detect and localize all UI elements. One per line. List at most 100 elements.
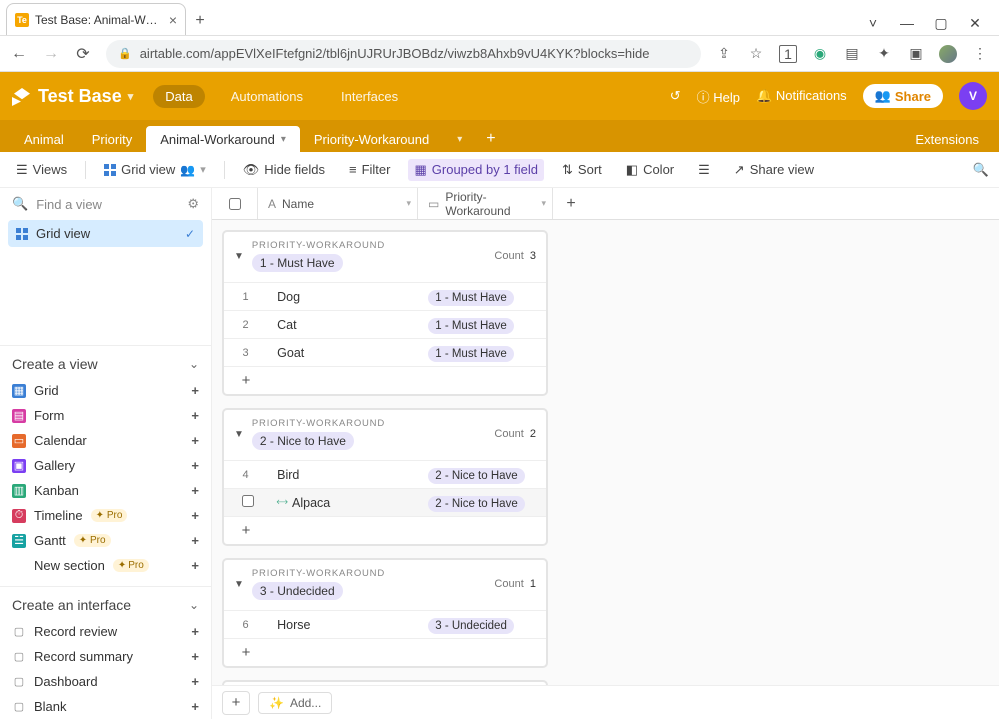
create-view-form[interactable]: ▤ Form + (0, 403, 211, 428)
add-row-in-group[interactable]: + (224, 516, 546, 544)
row-height-button[interactable]: ☰ (692, 159, 716, 181)
create-interface-dashboard[interactable]: ▢ Dashboard + (0, 669, 211, 694)
views-toggle[interactable]: ☰Views (10, 159, 73, 181)
share-button[interactable]: 👥 Share (863, 84, 943, 108)
row-checkbox[interactable] (242, 495, 254, 507)
bookmark-icon[interactable]: ☆ (747, 45, 765, 63)
mode-data[interactable]: Data (153, 85, 204, 108)
cell-priority-workaround[interactable]: 1 - Must Have (422, 317, 546, 332)
column-header-priority-workaround[interactable]: ▭Priority-Workaround▾ (418, 188, 553, 219)
cell-name[interactable]: Horse (267, 618, 422, 632)
share-url-icon[interactable]: ⇪ (715, 45, 733, 63)
settings-icon[interactable]: ⚙ (187, 196, 199, 212)
chevron-down-icon[interactable]: ▾ (406, 198, 411, 209)
sidebar-view-item[interactable]: Grid view ✓ (8, 220, 203, 247)
add-column-button[interactable]: + (553, 188, 589, 219)
chevron-down-icon[interactable]: ▾ (281, 134, 286, 145)
caret-down-icon[interactable]: ▼ (234, 429, 244, 440)
group-button[interactable]: ▦Grouped by 1 field (408, 159, 544, 181)
select-all-checkbox[interactable] (212, 188, 258, 219)
window-minimize-button[interactable]: ― (895, 11, 919, 35)
column-header-name[interactable]: AName▾ (258, 188, 418, 219)
new-section-button[interactable]: New section ✦ Pro + (0, 553, 211, 578)
extension-badge[interactable]: 1 (779, 45, 797, 63)
view-switcher[interactable]: Grid view 👥▾ (98, 159, 212, 180)
table-row[interactable]: 4 Bird 2 - Nice to Have (224, 460, 546, 488)
browser-tab[interactable]: Te Test Base: Animal-Workaround - × (6, 3, 186, 35)
create-view-timeline[interactable]: ⏱ Timeline ✦ Pro + (0, 503, 211, 528)
add-menu-button[interactable]: ✨Add... (258, 692, 332, 714)
create-view-calendar[interactable]: ▭ Calendar + (0, 428, 211, 453)
find-view-input[interactable]: 🔍 Find a view ⚙ (0, 188, 211, 220)
group-header[interactable]: ▼ PRIORITY-WORKAROUND 3 - Undecided Coun… (224, 560, 546, 610)
extension-icon-3[interactable]: ▣ (907, 45, 925, 63)
cell-priority-workaround[interactable]: 2 - Nice to Have (422, 467, 546, 482)
reload-button[interactable]: ⟳ (74, 44, 92, 64)
table-tab-priority[interactable]: Priority (78, 126, 146, 152)
color-button[interactable]: ◧Color (620, 159, 680, 181)
extensions-button[interactable]: Extensions (905, 126, 989, 152)
base-switcher[interactable]: Test Base ▾ (12, 86, 133, 107)
mode-interfaces[interactable]: Interfaces (329, 85, 410, 108)
caret-down-icon[interactable]: ▼ (234, 579, 244, 590)
group-header[interactable]: ▼ PRIORITY-WORKAROUND 1 - Must Have Coun… (224, 232, 546, 282)
hide-fields-button[interactable]: 👁Hide fields (237, 159, 331, 181)
expand-icon[interactable]: ⤢ (274, 495, 289, 510)
cell-priority-workaround[interactable]: 1 - Must Have (422, 289, 546, 304)
notifications-button[interactable]: 🔔 Notifications (756, 88, 847, 104)
extensions-puzzle-icon[interactable]: ✦ (875, 45, 893, 63)
create-view-grid[interactable]: ▦ Grid + (0, 378, 211, 403)
close-icon[interactable]: × (169, 12, 177, 28)
chevron-down-icon[interactable]: ▾ (541, 198, 546, 209)
extension-icon-1[interactable]: ◉ (811, 45, 829, 63)
create-interface-record-summary[interactable]: ▢ Record summary + (0, 644, 211, 669)
create-interface-blank[interactable]: ▢ Blank + (0, 694, 211, 719)
caret-down-icon[interactable]: ▼ (234, 251, 244, 262)
create-view-gallery[interactable]: ▣ Gallery + (0, 453, 211, 478)
share-view-button[interactable]: ↗Share view (728, 159, 820, 181)
cell-name[interactable]: Bird (267, 468, 422, 482)
add-row-in-group[interactable]: + (224, 638, 546, 666)
table-tab-animal-workaround[interactable]: Animal-Workaround▾ (146, 126, 300, 152)
create-interface-record-review[interactable]: ▢ Record review + (0, 619, 211, 644)
window-maximize-button[interactable]: ▢ (929, 11, 953, 35)
window-close-button[interactable]: ✕ (963, 11, 987, 35)
url-bar[interactable]: 🔒 airtable.com/appEVlXeIFtefgni2/tbl6jnU… (106, 40, 701, 68)
help-button[interactable]: ⓘ Help (697, 87, 740, 106)
table-row[interactable]: 2 Cat 1 - Must Have (224, 310, 546, 338)
table-tab-animal[interactable]: Animal (10, 126, 78, 152)
kebab-menu-icon[interactable]: ⋮ (971, 45, 989, 63)
new-tab-button[interactable]: + (186, 7, 214, 35)
cell-priority-workaround[interactable]: 1 - Must Have (422, 345, 546, 360)
table-row[interactable]: 1 Dog 1 - Must Have (224, 282, 546, 310)
cell-priority-workaround[interactable]: 2 - Nice to Have (422, 495, 546, 510)
table-tabs-more[interactable]: ▾ (443, 126, 476, 152)
filter-button[interactable]: ≡Filter (343, 159, 396, 180)
group-header[interactable]: ▼ PRIORITY-WORKAROUND 2 - Nice to Have C… (224, 410, 546, 460)
add-table-button[interactable]: + (476, 126, 505, 152)
create-view-section[interactable]: Create a view ⌄ (0, 345, 211, 378)
cell-name[interactable]: Cat (267, 318, 422, 332)
table-row[interactable]: 3 Goat 1 - Must Have (224, 338, 546, 366)
chevron-down-icon[interactable]: ˅ (861, 11, 885, 35)
sort-button[interactable]: ⇅Sort (556, 159, 608, 181)
search-icon[interactable]: 🔍 (973, 162, 989, 178)
user-avatar[interactable]: V (959, 82, 987, 110)
create-view-kanban[interactable]: ▥ Kanban + (0, 478, 211, 503)
add-row-in-group[interactable]: + (224, 366, 546, 394)
create-view-gantt[interactable]: ☱ Gantt ✦ Pro + (0, 528, 211, 553)
history-icon[interactable]: ↺ (670, 88, 681, 104)
cell-name[interactable]: ⤢Alpaca (267, 496, 422, 510)
table-row[interactable]: 6 Horse 3 - Undecided (224, 610, 546, 638)
cell-priority-workaround[interactable]: 3 - Undecided (422, 617, 546, 632)
cell-name[interactable]: Dog (267, 290, 422, 304)
table-row[interactable]: ⤢Alpaca 2 - Nice to Have (224, 488, 546, 516)
mode-automations[interactable]: Automations (219, 85, 315, 108)
back-button[interactable]: ← (10, 45, 28, 63)
add-record-button[interactable]: + (222, 691, 250, 715)
create-interface-section[interactable]: Create an interface ⌄ (0, 586, 211, 619)
table-tab-priority-workaround[interactable]: Priority-Workaround (300, 126, 443, 152)
extension-icon-2[interactable]: ▤ (843, 45, 861, 63)
cell-name[interactable]: Goat (267, 346, 422, 360)
profile-avatar[interactable] (939, 45, 957, 63)
